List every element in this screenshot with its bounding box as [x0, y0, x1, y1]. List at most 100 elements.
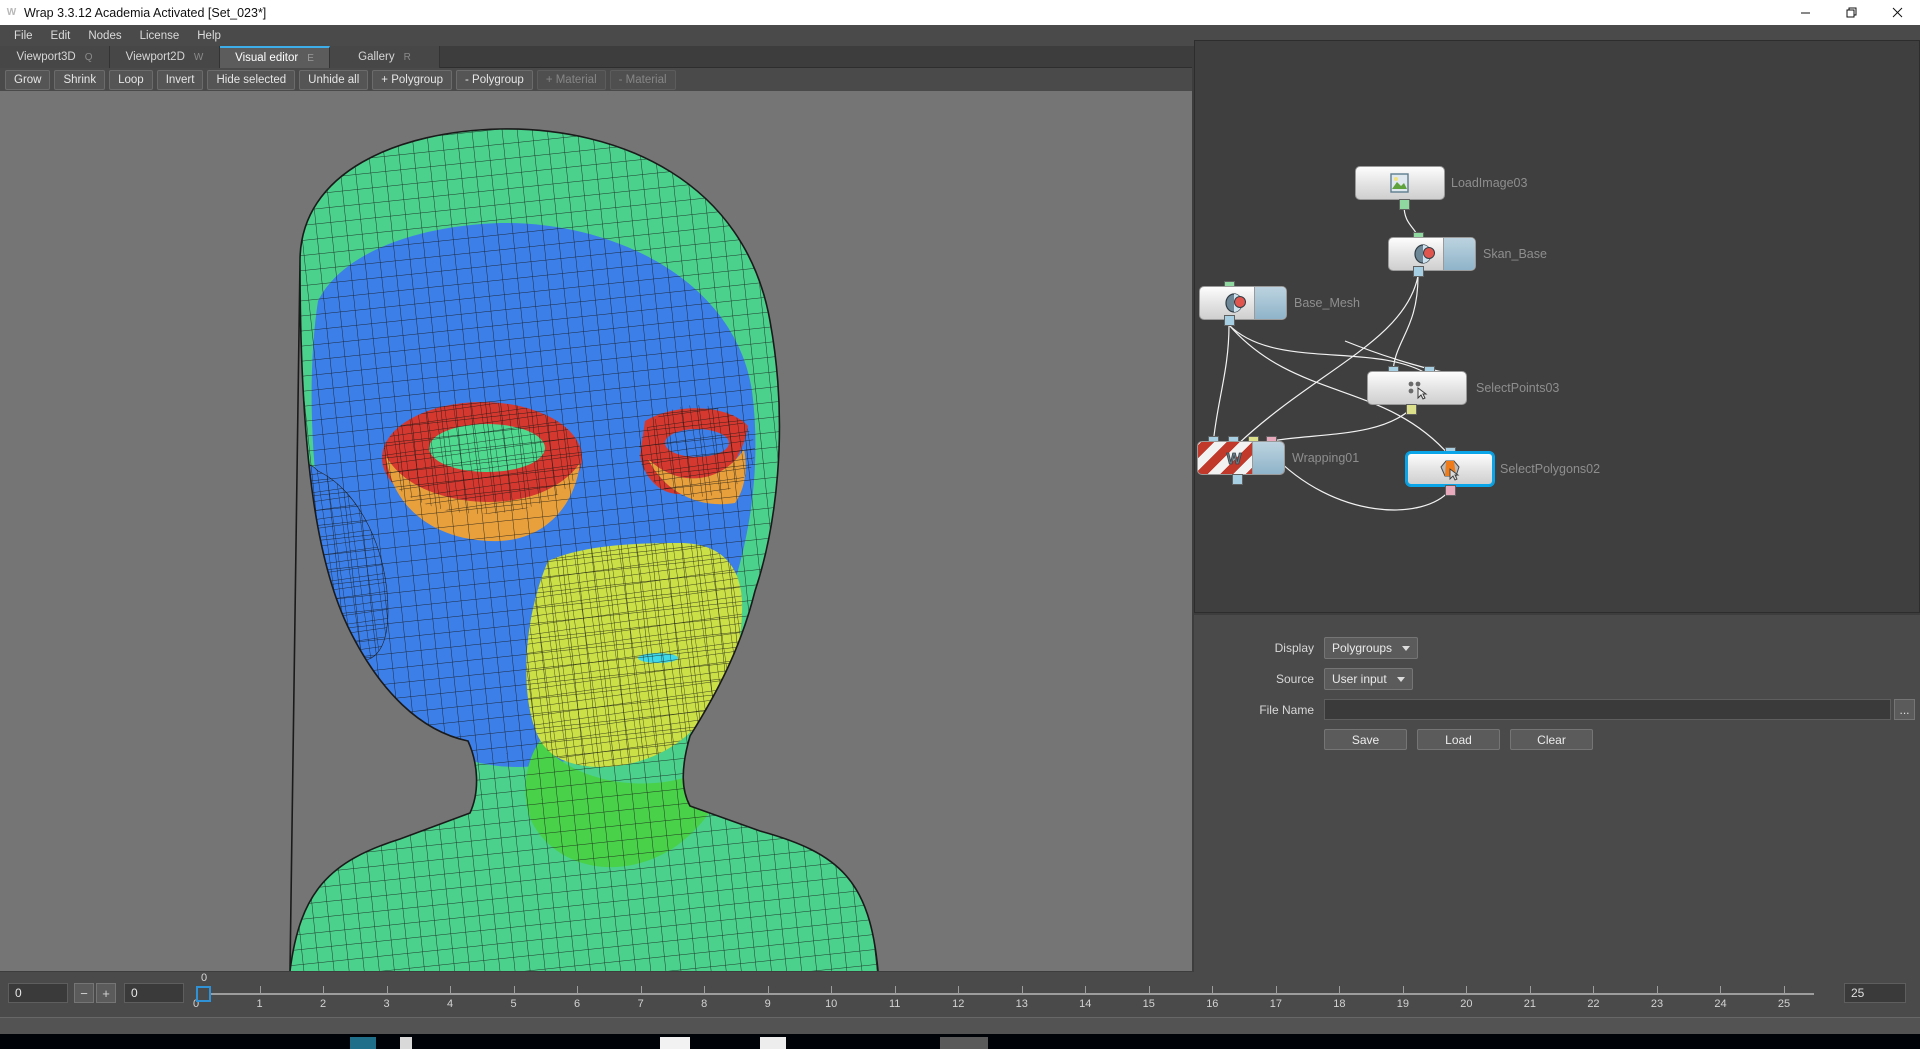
node-thumbnail-skanbase: [1443, 238, 1475, 270]
port-skanbase-out[interactable]: [1413, 266, 1424, 277]
taskbar-app-active[interactable]: [940, 1037, 988, 1049]
minimize-button[interactable]: [1782, 0, 1828, 25]
file-name-input[interactable]: [1324, 699, 1891, 720]
tab-viewport2d-hotkey: W: [194, 52, 203, 63]
wrap-application-window: W Wrap 3.3.12 Academia Activated [Set_02…: [0, 0, 1920, 1049]
timeline-tick-label: 4: [447, 998, 453, 1010]
invert-button[interactable]: Invert: [157, 70, 204, 90]
hide-selected-button[interactable]: Hide selected: [207, 70, 295, 90]
add-polygroup-button[interactable]: + Polygroup: [372, 70, 452, 90]
unhide-all-button[interactable]: Unhide all: [299, 70, 368, 90]
node-selectpoints03[interactable]: [1367, 371, 1467, 405]
chevron-down-icon: [1402, 646, 1410, 651]
tab-viewport2d-label: Viewport2D: [126, 51, 185, 63]
node-loadimage03[interactable]: [1355, 166, 1445, 200]
timeline-bar: − + 012345678910111213141516171819202122…: [0, 972, 1920, 1017]
wrap-logo-icon: W: [0, 0, 22, 25]
display-label: Display: [1194, 641, 1324, 655]
timeline-track[interactable]: 0123456789101112131415161718192021222324…: [196, 972, 1844, 1017]
taskbar-app-1[interactable]: [350, 1037, 376, 1049]
shrink-button[interactable]: Shrink: [54, 70, 105, 90]
timeline-tick: [323, 986, 324, 994]
remove-polygroup-button[interactable]: - Polygroup: [456, 70, 533, 90]
port-basemesh-out[interactable]: [1224, 315, 1235, 326]
tab-viewport2d[interactable]: Viewport2D W: [110, 46, 220, 68]
display-dropdown[interactable]: Polygroups: [1324, 637, 1418, 659]
close-button[interactable]: [1874, 0, 1920, 25]
timeline-tick: [1720, 986, 1721, 994]
menu-file[interactable]: File: [5, 27, 42, 45]
property-row-source: Source User input: [1194, 668, 1920, 690]
timeline-tick: [958, 986, 959, 994]
timeline-tick-label: 23: [1651, 998, 1663, 1010]
taskbar-app-3[interactable]: [660, 1037, 690, 1049]
timeline-tick-label: 1: [256, 998, 262, 1010]
tab-gallery[interactable]: Gallery R: [330, 46, 440, 68]
loop-button[interactable]: Loop: [109, 70, 153, 90]
menu-license[interactable]: License: [131, 27, 189, 45]
current-frame-input[interactable]: [8, 983, 68, 1003]
wrap-w-icon: W: [1221, 446, 1247, 470]
add-material-button: + Material: [537, 70, 606, 90]
node-thumbnail-wrapping01: [1252, 442, 1284, 474]
node-label-skan-base: Skan_Base: [1483, 247, 1547, 261]
secondary-frame-input[interactable]: [124, 983, 184, 1003]
timeline-tick-label: 7: [638, 998, 644, 1010]
port-selectpolygons02-out[interactable]: [1445, 485, 1456, 496]
viewport-3d-canvas[interactable]: [0, 91, 1192, 971]
tab-viewport3d-hotkey: Q: [85, 52, 93, 63]
taskbar-app-4[interactable]: [760, 1037, 786, 1049]
timeline-tick-label: 17: [1270, 998, 1282, 1010]
node-wrapping01[interactable]: W: [1197, 441, 1285, 475]
node-label-selectpoints03: SelectPoints03: [1476, 381, 1559, 395]
timeline-tick: [641, 986, 642, 994]
node-graph-panel[interactable]: LoadImage03 Skan_Base Base_Mesh: [1194, 40, 1920, 613]
property-row-filename: File Name ...: [1194, 699, 1920, 720]
timeline-tick: [1466, 986, 1467, 994]
menu-nodes[interactable]: Nodes: [79, 27, 130, 45]
taskbar-app-2[interactable]: [400, 1037, 412, 1049]
load-button[interactable]: Load: [1417, 729, 1500, 750]
timeline-tick-label: 22: [1587, 998, 1599, 1010]
tab-visual-editor[interactable]: Visual editor E: [220, 46, 330, 68]
remove-material-button: - Material: [610, 70, 676, 90]
timeline-tick: [1085, 986, 1086, 994]
maximize-button[interactable]: [1828, 0, 1874, 25]
timeline-tick-label: 24: [1714, 998, 1726, 1010]
timeline-tick-label: 10: [825, 998, 837, 1010]
node-properties-panel: Display Polygroups Source User input Fil…: [1194, 615, 1920, 972]
node-base-mesh[interactable]: [1199, 286, 1287, 320]
node-selectpolygons02[interactable]: [1406, 452, 1494, 486]
timeline-tick: [1403, 986, 1404, 994]
timeline-tick: [1149, 986, 1150, 994]
timeline-playhead[interactable]: [196, 986, 211, 1002]
mesh-node-icon: [1223, 291, 1249, 315]
tab-gallery-hotkey: R: [404, 52, 411, 63]
chevron-down-icon: [1397, 677, 1405, 682]
port-wrapping01-out[interactable]: [1232, 474, 1243, 485]
clear-button[interactable]: Clear: [1510, 729, 1593, 750]
timeline-tick: [1530, 986, 1531, 994]
frame-decrement-button[interactable]: −: [74, 983, 94, 1003]
port-selectpoints03-out[interactable]: [1406, 404, 1417, 415]
mesh-node-icon: [1412, 242, 1438, 266]
timeline-tick: [1339, 986, 1340, 994]
tab-viewport3d[interactable]: Viewport3D Q: [0, 46, 110, 68]
property-action-buttons: Save Load Clear: [1194, 729, 1920, 750]
timeline-tick-label: 18: [1333, 998, 1345, 1010]
port-loadimage03-out[interactable]: [1399, 199, 1410, 210]
frame-increment-button[interactable]: +: [96, 983, 116, 1003]
timeline-tick-label: 9: [765, 998, 771, 1010]
grow-button[interactable]: Grow: [5, 70, 50, 90]
source-dropdown[interactable]: User input: [1324, 668, 1413, 690]
tab-viewport3d-label: Viewport3D: [16, 51, 75, 63]
menu-help[interactable]: Help: [188, 27, 230, 45]
end-frame-input[interactable]: [1844, 983, 1906, 1003]
save-button[interactable]: Save: [1324, 729, 1407, 750]
title-bar: W Wrap 3.3.12 Academia Activated [Set_02…: [0, 0, 1920, 25]
node-skan-base[interactable]: [1388, 237, 1476, 271]
timeline-tick-label: 3: [383, 998, 389, 1010]
browse-file-button[interactable]: ...: [1894, 699, 1915, 720]
menu-edit[interactable]: Edit: [42, 27, 80, 45]
os-taskbar: [0, 1034, 1920, 1049]
